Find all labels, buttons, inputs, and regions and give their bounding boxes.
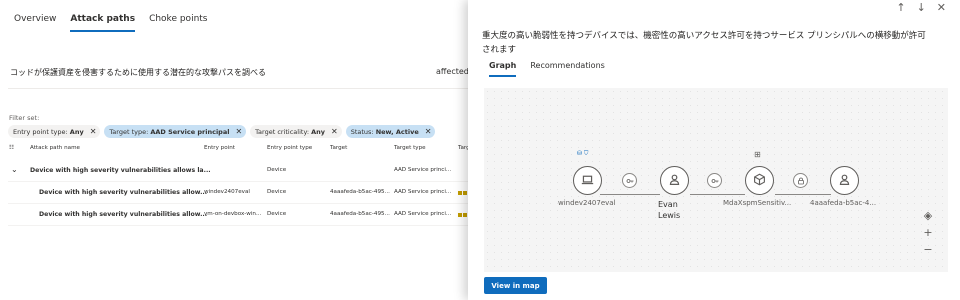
panel-actions: ↑ ↓ ✕ xyxy=(896,1,946,14)
risk-level-indicator xyxy=(458,191,468,195)
chip-value: Any xyxy=(311,127,326,136)
zoom-out-icon[interactable]: − xyxy=(919,241,937,258)
affected-text: affected. xyxy=(436,67,472,76)
attack-path-details-panel: ↑ ↓ ✕ 重大度の高い脆弱性を持つデバイスでは、機密性の高いアクセス許可を持つ… xyxy=(468,0,960,300)
risk-level-indicator xyxy=(458,213,468,217)
laptop-icon xyxy=(581,171,594,190)
attack-path-name: Device with high severity vulnerabilitie… xyxy=(30,167,211,174)
close-icon[interactable]: ✕ xyxy=(331,127,338,136)
chip-key: Target criticality: xyxy=(255,127,310,136)
edge-line xyxy=(690,194,745,196)
chevron-down-icon[interactable]: ⌄ xyxy=(11,165,18,174)
target: 4aaafeda-b5ac-495... xyxy=(330,189,390,195)
column-header[interactable]: Target type xyxy=(394,145,426,151)
edge-line xyxy=(775,194,831,196)
entry-point: vm-on-devbox-win... xyxy=(204,211,262,217)
column-header[interactable]: Entry point type xyxy=(267,145,312,151)
attack-path-name: Device with high severity vulnerabilitie… xyxy=(39,211,208,218)
table-header: ☷ Attack path name Entry point Entry poi… xyxy=(8,143,470,155)
chip-value: Any xyxy=(69,127,84,136)
arrow-down-icon[interactable]: ↓ xyxy=(917,1,926,14)
node-label: Evan Lewis xyxy=(658,200,681,220)
user-icon xyxy=(668,171,681,190)
tab-graph[interactable]: Graph xyxy=(489,61,517,77)
tab-recommendations[interactable]: Recommendations xyxy=(530,61,604,77)
table-row[interactable]: Device with high severity vulnerabilitie… xyxy=(8,182,468,204)
panel-tabs: Graph Recommendations xyxy=(489,61,605,77)
target: 4aaafeda-b5ac-495... xyxy=(330,211,390,217)
divider xyxy=(8,88,468,89)
node-resource[interactable] xyxy=(745,166,774,195)
user-icon xyxy=(838,171,851,190)
filter-chip-status[interactable]: Status: New, Active ✕ xyxy=(345,125,436,138)
table-row-group[interactable]: ⌄ Device with high severity vulnerabilit… xyxy=(8,160,468,182)
arrow-up-icon[interactable]: ↑ xyxy=(896,1,905,14)
chip-key: Entry point type: xyxy=(13,127,68,136)
close-icon[interactable]: ✕ xyxy=(937,1,946,14)
attack-path-name: Device with high severity vulnerabilitie… xyxy=(39,189,208,196)
table-row[interactable]: Device with high severity vulnerabilitie… xyxy=(8,204,468,226)
filter-chips: Entry point type: Any ✕ Target type: AAD… xyxy=(8,125,436,138)
node-user[interactable] xyxy=(660,166,689,195)
tab-attack-paths[interactable]: Attack paths xyxy=(70,14,136,32)
target-type: AAD Service princi... xyxy=(394,211,452,217)
target-type: AAD Service princi... xyxy=(394,189,452,195)
close-icon[interactable]: ✕ xyxy=(235,127,242,136)
close-icon[interactable]: ✕ xyxy=(425,127,432,136)
target-type: AAD Service princi... xyxy=(394,167,452,173)
column-header[interactable]: Attack path name xyxy=(30,145,80,151)
grid-badge-icon[interactable]: ⊞ xyxy=(754,150,761,159)
column-header[interactable]: Entry point xyxy=(204,145,235,151)
zoom-in-icon[interactable]: + xyxy=(919,224,937,241)
column-header[interactable]: Target xyxy=(330,145,347,151)
node-label: windev2407eval xyxy=(558,199,616,207)
page-description: コッドが保護資産を侵害するために使用する潜在的な攻撃パスを調べる xyxy=(10,68,266,77)
attack-paths-page: Overview Attack paths Choke points コッドが保… xyxy=(0,0,472,300)
node-service-principal[interactable] xyxy=(830,166,859,195)
filter-chip-target-criticality[interactable]: Target criticality: Any ✕ xyxy=(250,125,342,138)
filter-chip-target-type[interactable]: Target type: AAD Service principal ✕ xyxy=(104,125,247,138)
entry-point-type: Device xyxy=(267,189,287,195)
select-all-icon[interactable]: ☷ xyxy=(9,145,14,151)
page-tabs: Overview Attack paths Choke points xyxy=(14,14,208,32)
cube-icon xyxy=(753,171,766,190)
node-label: MdaXspmSensitiv... xyxy=(723,199,792,207)
panel-title: 重大度の高い脆弱性を持つデバイスでは、機密性の高いアクセス許可を持つサービス プ… xyxy=(482,31,926,55)
tab-overview[interactable]: Overview xyxy=(14,14,56,32)
filter-set-label: Filter set: xyxy=(9,114,40,122)
chip-value: New, Active xyxy=(375,127,419,136)
close-icon[interactable]: ✕ xyxy=(90,127,97,136)
view-in-map-button[interactable]: View in map xyxy=(484,277,547,294)
chip-value: AAD Service principal xyxy=(150,127,230,136)
entry-point-type: Device xyxy=(267,211,287,217)
lock-icon[interactable] xyxy=(793,173,808,188)
zoom-controls: ◈ + − xyxy=(919,207,940,258)
node-label: 4aaafeda-b5ac-4... xyxy=(810,199,877,207)
filter-chip-entry-point-type[interactable]: Entry point type: Any ✕ xyxy=(8,125,101,138)
key-icon[interactable] xyxy=(707,173,722,188)
vulnerability-badge-icon[interactable]: ⛁ ⛉ xyxy=(577,150,588,158)
entry-point: windev2407eval xyxy=(204,189,250,195)
key-icon[interactable] xyxy=(622,173,637,188)
attack-path-graph[interactable]: ⛁ ⛉ ⊞ windev2407eval Evan Lewis MdaXspmS… xyxy=(484,88,948,272)
layers-icon[interactable]: ◈ xyxy=(919,207,937,224)
entry-point-type: Device xyxy=(267,167,287,173)
node-device[interactable] xyxy=(573,166,602,195)
chip-key: Status: xyxy=(350,127,374,136)
tab-choke-points[interactable]: Choke points xyxy=(149,14,207,32)
edge-line xyxy=(600,194,660,196)
chip-key: Target type: xyxy=(109,127,149,136)
